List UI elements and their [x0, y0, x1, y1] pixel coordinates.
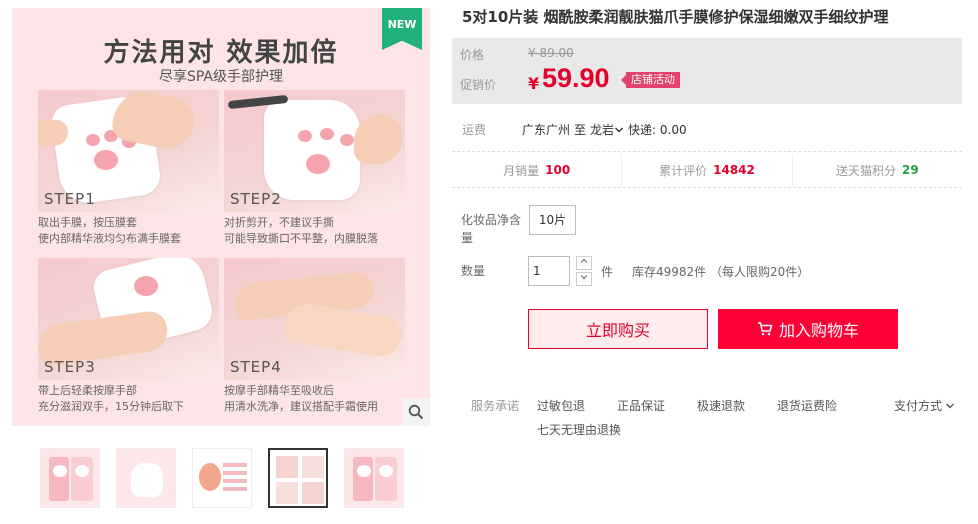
- banner-subtitle: 尽享SPA级手部护理: [158, 69, 283, 85]
- thumbnail-4[interactable]: [268, 448, 328, 508]
- step-caption: 取出手膜，按压膜套 使内部精华液均匀布满手膜套: [38, 216, 181, 245]
- total-reviews-value: 14842: [713, 163, 755, 177]
- tmall-points: 送天猫积分 29: [835, 163, 919, 178]
- stock-info: 库存49982件 （每人限购20件）: [632, 265, 810, 279]
- service-item[interactable]: 退货运费险: [777, 397, 837, 414]
- service-item[interactable]: 正品保证: [617, 397, 665, 414]
- stats-bar: 月销量 100 累计评价 14842 送天猫积分 29: [452, 154, 962, 186]
- zoom-button[interactable]: [402, 398, 430, 426]
- promo-price-label: 促销价: [460, 78, 497, 92]
- monthly-sales: 月销量 100: [452, 154, 623, 186]
- cart-icon: [757, 322, 773, 336]
- step-photo: STEP4: [224, 258, 405, 380]
- thumbnail-strip: [40, 448, 404, 508]
- chevron-up-icon: [580, 258, 588, 263]
- monthly-sales-value: 100: [545, 163, 571, 177]
- payment-methods-toggle[interactable]: 支付方式: [894, 397, 955, 414]
- thumbnail-3[interactable]: [192, 448, 252, 508]
- spec-option-10pcs[interactable]: 10片: [529, 205, 576, 235]
- quantity-decrease-button[interactable]: [576, 272, 592, 286]
- spec-label: 化妆品净含量: [461, 213, 522, 245]
- ship-from: 广东广州: [522, 123, 571, 137]
- price-label: 价格: [460, 48, 485, 62]
- service-item[interactable]: 过敏包退: [537, 397, 585, 414]
- services-label: 服务承诺: [471, 399, 520, 413]
- step-photo: STEP1: [38, 90, 219, 212]
- thumbnail-5[interactable]: [344, 448, 404, 508]
- quantity-unit: 件: [601, 265, 614, 279]
- chevron-down-icon: [946, 403, 955, 408]
- step-label: STEP4: [230, 358, 282, 376]
- payment-methods-label: 支付方式: [894, 399, 943, 413]
- chevron-down-icon: [615, 127, 624, 132]
- total-reviews[interactable]: 累计评价 14842: [622, 154, 793, 186]
- quantity-input[interactable]: 1: [528, 256, 570, 286]
- banner-title: 方法用对 效果加倍: [103, 38, 339, 68]
- shipping-row: 运费 广东广州 至 龙岩 快递: 0.00: [462, 121, 687, 138]
- step-photo: STEP2: [224, 90, 405, 212]
- shipping-label: 运费: [462, 123, 487, 137]
- step-card: STEP2 对折剪开，不建议手撕 可能导致撕口不平整，内膜脱落: [224, 90, 405, 247]
- add-to-cart-button[interactable]: 加入购物车: [718, 309, 898, 349]
- step-label: STEP2: [230, 190, 282, 208]
- step-caption: 对折剪开，不建议手撕 可能导致撕口不平整，内膜脱落: [224, 216, 378, 245]
- ship-to-city: 龙岩: [590, 123, 615, 137]
- buy-now-button[interactable]: 立即购买: [528, 309, 708, 349]
- quantity-increase-button[interactable]: [576, 256, 592, 270]
- ship-method: 快递: 0.00: [628, 123, 687, 137]
- thumbnail-1[interactable]: [40, 448, 100, 508]
- step-card: STEP3 带上后轻柔按摩手部 充分滋润双手，15分钟后取下: [38, 258, 219, 415]
- price-panel: 价格 ¥ 89.00 促销价 ¥ 59.90 店铺活动: [452, 38, 962, 104]
- step-caption: 按摩手部精华至吸收后 用清水洗净，建议搭配手霜使用: [224, 384, 378, 413]
- service-item[interactable]: 七天无理由退换: [537, 421, 621, 438]
- main-product-image[interactable]: NEW 方法用对 效果加倍 尽享SPA级手部护理 STEP1 取出手膜，按压膜套…: [12, 8, 430, 426]
- step-photo: STEP3: [38, 258, 219, 380]
- promo-tag[interactable]: 店铺活动: [621, 72, 680, 88]
- service-item[interactable]: 极速退款: [697, 397, 745, 414]
- step-label: STEP3: [44, 358, 96, 376]
- ship-to-select[interactable]: 龙岩: [590, 121, 624, 138]
- product-title: 5对10片装 烟酰胺柔润靓肤猫爪手膜修护保湿细嫩双手细纹护理: [462, 8, 889, 26]
- divider: [452, 151, 962, 152]
- original-price: ¥ 89.00: [528, 46, 574, 60]
- step-caption: 带上后轻柔按摩手部 充分滋润双手，15分钟后取下: [38, 384, 184, 413]
- tmall-points-value: 29: [901, 163, 919, 177]
- thumbnail-2[interactable]: [116, 448, 176, 508]
- divider: [452, 187, 962, 188]
- currency-symbol: ¥: [528, 74, 540, 93]
- product-page: NEW 方法用对 效果加倍 尽享SPA级手部护理 STEP1 取出手膜，按压膜套…: [0, 0, 978, 524]
- chevron-down-icon: [580, 275, 588, 280]
- step-card: STEP4 按摩手部精华至吸收后 用清水洗净，建议搭配手霜使用: [224, 258, 405, 415]
- ship-to-word: 至: [574, 123, 587, 137]
- search-icon: [408, 404, 424, 420]
- step-card: STEP1 取出手膜，按压膜套 使内部精华液均匀布满手膜套: [38, 90, 219, 247]
- promo-price: 59.90: [542, 63, 610, 93]
- add-to-cart-label: 加入购物车: [778, 321, 859, 340]
- quantity-label: 数量: [461, 264, 486, 278]
- step-label: STEP1: [44, 190, 96, 208]
